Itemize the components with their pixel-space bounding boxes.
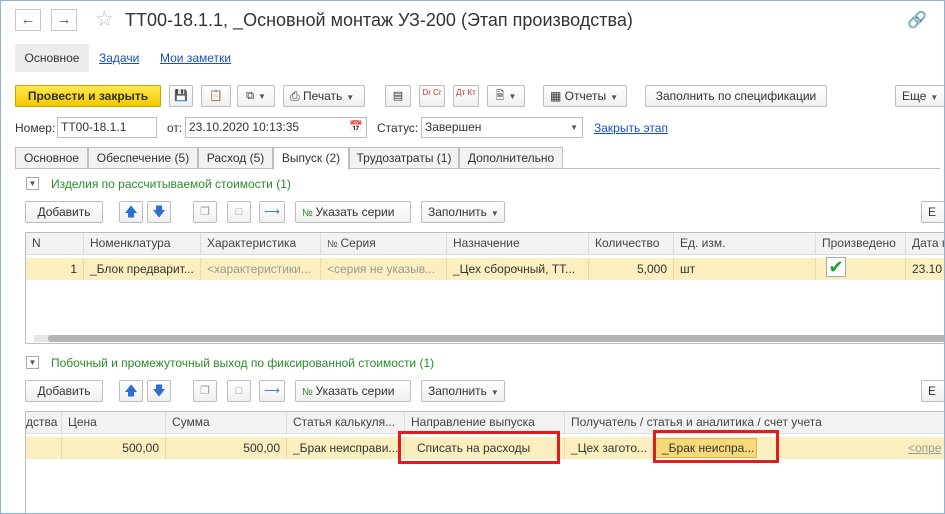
- tab-main[interactable]: Основное: [15, 147, 88, 169]
- calendar-icon[interactable]: 📅: [349, 118, 363, 137]
- col-series[interactable]: № Серия: [321, 233, 447, 255]
- back-arrow-icon[interactable]: ←: [15, 9, 41, 31]
- cell-assets: [26, 437, 62, 459]
- navtab-tasks[interactable]: Задачи: [99, 51, 139, 65]
- cell-nomenclature: _Блок предварит...: [84, 258, 201, 280]
- close-stage-link[interactable]: Закрыть этап: [594, 121, 668, 135]
- col-assets[interactable]: дства: [26, 412, 62, 434]
- highlight-account: [653, 430, 779, 463]
- move-up-icon[interactable]: 🡅: [119, 380, 143, 402]
- section2-title: Побочный и промежуточный выход по фиксир…: [51, 356, 435, 370]
- cell-purpose: _Цех сборочный, ТТ...: [447, 258, 589, 280]
- number-field[interactable]: ТТ00-18.1.1: [57, 117, 157, 138]
- link-icon[interactable]: 🔗: [907, 10, 927, 30]
- print-button[interactable]: ⎙ Печать ▼: [283, 85, 365, 107]
- section1-series-button[interactable]: № Указать серии: [295, 201, 411, 223]
- status-label: Статус:: [377, 121, 419, 135]
- highlight-direction: [398, 431, 560, 464]
- cell-date: 23.10: [906, 258, 944, 280]
- cell-n: 1: [26, 258, 84, 280]
- tab-output[interactable]: Выпуск (2): [273, 147, 349, 170]
- status-select[interactable]: Завершен ▼: [421, 117, 583, 138]
- series-icon: №: [302, 208, 316, 219]
- window: ← → ☆ ТТ00-18.1.1, _Основной монтаж УЗ-2…: [0, 0, 945, 514]
- section1-scroll-thumb[interactable]: [48, 335, 944, 342]
- cell-series: <серия не указыв...: [321, 258, 447, 280]
- col-characteristic[interactable]: Характеристика: [201, 233, 321, 255]
- post-and-close-button[interactable]: Провести и закрыть: [15, 85, 161, 107]
- table-row[interactable]: 1 _Блок предварит... <характеристики... …: [26, 258, 944, 280]
- col-n[interactable]: N: [26, 233, 84, 255]
- printer-icon: ⎙: [290, 89, 303, 103]
- cell-quantity: 5,000: [589, 258, 674, 280]
- favorite-star-icon[interactable]: ☆: [95, 7, 114, 32]
- cell-price: 500,00: [62, 437, 166, 459]
- col-price[interactable]: Цена: [62, 412, 166, 434]
- col-sum[interactable]: Сумма: [166, 412, 287, 434]
- window-title: ТТ00-18.1.1, _Основной монтаж УЗ-200 (Эт…: [125, 10, 633, 30]
- col-nomenclature[interactable]: Номенклатура: [84, 233, 201, 255]
- section1-title: Изделия по рассчитываемой стоимости (1): [51, 177, 291, 191]
- tab-additional[interactable]: Дополнительно: [459, 147, 563, 169]
- produced-checkbox[interactable]: ✔: [826, 257, 846, 277]
- chevron-down-icon[interactable]: ▼: [570, 118, 578, 137]
- navtab-main[interactable]: Основное: [15, 44, 89, 72]
- tab-supply[interactable]: Обеспечение (5): [88, 147, 198, 169]
- checkmark-icon: ✔: [828, 257, 844, 277]
- col-produced[interactable]: Произведено: [816, 233, 906, 255]
- section1-fill-button[interactable]: Заполнить ▼: [421, 201, 505, 223]
- cell-unit: шт: [674, 258, 816, 280]
- dt-kt-icon[interactable]: Дт Кт: [453, 85, 479, 107]
- cell-define-link[interactable]: <опре: [902, 437, 944, 459]
- copy-icon[interactable]: ❐: [193, 380, 217, 402]
- paste-icon[interactable]: □: [227, 380, 251, 402]
- collapse-section2-icon[interactable]: ▼: [26, 356, 39, 369]
- share-icon[interactable]: ⟶: [259, 201, 285, 223]
- document-structure-icon[interactable]: ▤: [385, 85, 411, 107]
- dt-cr-icon[interactable]: Dr Cr: [419, 85, 445, 107]
- reports-button[interactable]: ▦ Отчеты ▼: [543, 85, 627, 107]
- collapse-section1-icon[interactable]: ▼: [26, 177, 39, 190]
- report-icon: ▦: [550, 89, 565, 103]
- save-icon[interactable]: 💾: [169, 85, 193, 107]
- section2-fill-button[interactable]: Заполнить ▼: [421, 380, 505, 402]
- move-up-icon[interactable]: 🡅: [119, 201, 143, 223]
- cell-sum: 500,00: [166, 437, 287, 459]
- move-down-icon[interactable]: 🡇: [147, 201, 171, 223]
- section2-more-button[interactable]: Е: [921, 380, 944, 402]
- post-document-icon[interactable]: 📋: [201, 85, 231, 107]
- col-cost-item[interactable]: Статья калькуля...: [287, 412, 405, 434]
- tab-consumption[interactable]: Расход (5): [198, 147, 273, 169]
- series-icon: №: [302, 387, 316, 398]
- col-unit[interactable]: Ед. изм.: [674, 233, 816, 255]
- cell-characteristic: <характеристики...: [201, 258, 321, 280]
- section1-table: N Номенклатура Характеристика № Серия На…: [25, 232, 944, 344]
- section1-add-button[interactable]: Добавить: [25, 201, 103, 223]
- create-based-on-icon[interactable]: ⧉ ▼: [237, 85, 275, 107]
- col-purpose[interactable]: Назначение: [447, 233, 589, 255]
- share-icon[interactable]: ⟶: [259, 380, 285, 402]
- section2-series-button[interactable]: № Указать серии: [295, 380, 411, 402]
- cell-recipient: _Цех загото...: [565, 437, 655, 459]
- copy-icon[interactable]: ❐: [193, 201, 217, 223]
- date-label: от:: [167, 121, 183, 135]
- tab-labor[interactable]: Трудозатраты (1): [349, 147, 459, 169]
- section1-more-button[interactable]: Е: [921, 201, 944, 223]
- fill-by-spec-button[interactable]: Заполнить по спецификации: [645, 85, 827, 107]
- col-date[interactable]: Дата п: [906, 233, 944, 255]
- navtab-notes[interactable]: Мои заметки: [160, 51, 231, 65]
- attach-file-icon[interactable]: 🗎 ▼: [487, 85, 525, 107]
- move-down-icon[interactable]: 🡇: [147, 380, 171, 402]
- series-icon: №: [327, 239, 341, 250]
- section2-add-button[interactable]: Добавить: [25, 380, 103, 402]
- col-quantity[interactable]: Количество: [589, 233, 674, 255]
- number-label: Номер:: [15, 121, 56, 135]
- paste-icon[interactable]: □: [227, 201, 251, 223]
- more-button[interactable]: Еще ▼: [895, 85, 944, 107]
- forward-arrow-icon[interactable]: →: [51, 9, 77, 31]
- date-field[interactable]: 23.10.2020 10:13:35 📅: [185, 117, 367, 138]
- cell-cost-item: _Брак неисправи...: [287, 437, 405, 459]
